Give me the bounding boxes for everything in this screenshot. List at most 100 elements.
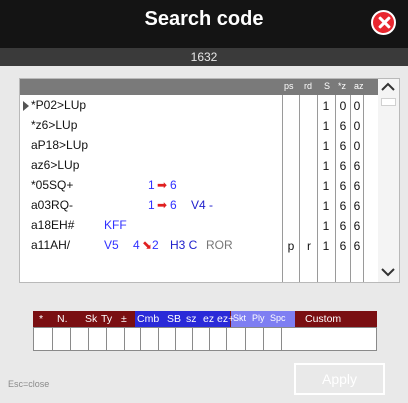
row-code: *05SQ+ — [31, 178, 74, 192]
scroll-down-icon[interactable] — [378, 264, 399, 282]
col-z: *z — [338, 81, 347, 91]
row-cell-az: 0 — [353, 99, 361, 113]
close-icon[interactable] — [371, 10, 396, 35]
table-row[interactable]: *z6>LUp 1 6 0 — [20, 118, 378, 135]
row-cell-az: 6 — [353, 199, 361, 213]
row-annotation: 4 — [133, 238, 140, 252]
row-annotation: 1 — [148, 198, 155, 212]
row-code: a03RQ- — [31, 198, 74, 212]
row-cell-z: 6 — [339, 219, 347, 233]
col-ps: ps — [284, 81, 294, 91]
field-label: sz — [186, 313, 197, 325]
row-cell-z: 0 — [339, 99, 347, 113]
col-rd: rd — [304, 81, 313, 91]
field-input-divider — [140, 328, 141, 350]
row-cell-az: 6 — [353, 219, 361, 233]
field-input-row[interactable] — [33, 327, 377, 351]
col-az: az — [354, 81, 364, 91]
row-code: a11AH/ — [31, 238, 71, 252]
row-annotation: 6 — [170, 198, 177, 212]
field-input-divider — [70, 328, 71, 350]
results-list[interactable]: ps rd S *z az *P02>LUp 1 0 0 *z6>LUp 1 6 0 aP18>… — [19, 78, 400, 283]
row-cell-az: 6 — [353, 179, 361, 193]
row-annotation: KFF — [104, 218, 127, 232]
row-annotation: ⬊ — [142, 238, 153, 252]
scroll-up-icon[interactable] — [378, 79, 399, 97]
field-label: Skt — [233, 313, 247, 323]
field-label: Spc — [270, 313, 286, 323]
row-cell-z: 6 — [339, 139, 347, 153]
field-input-divider — [281, 328, 282, 350]
close-hint: Esc=close — [8, 379, 50, 389]
table-row[interactable]: aP18>LUp 1 6 0 — [20, 138, 378, 155]
row-cell-az: 6 — [353, 239, 361, 253]
field-input-divider — [88, 328, 89, 350]
row-cell-s: 1 — [322, 99, 330, 113]
table-row[interactable]: a11AH/V5 4 ⬊ 2 H3 C ROR p r 1 6 6 — [20, 238, 378, 255]
field-input-divider — [209, 328, 210, 350]
field-label: Cmb — [137, 313, 160, 325]
row-cell-z: 6 — [339, 119, 347, 133]
field-input-divider — [263, 328, 264, 350]
row-annotation: V4 - — [191, 198, 214, 212]
row-cell-s: 1 — [322, 199, 330, 213]
code-count: 1632 — [0, 48, 408, 66]
field-input-divider — [175, 328, 176, 350]
field-label: SB — [167, 313, 182, 325]
row-cell-az: 0 — [353, 139, 361, 153]
row-annotation: 6 — [170, 178, 177, 192]
table-row[interactable]: *05SQ+ 1 ➡ 6 1 6 6 — [20, 178, 378, 195]
field-label: ez+ — [217, 313, 235, 325]
row-cell-s: 1 — [322, 139, 330, 153]
field-label: Ply — [252, 313, 265, 323]
field-label: Sk — [85, 313, 98, 325]
row-annotation: V5 — [104, 238, 119, 252]
field-input-divider — [192, 328, 193, 350]
table-row[interactable]: *P02>LUp 1 0 0 — [20, 98, 378, 115]
row-annotation: 1 — [148, 178, 155, 192]
table-row[interactable]: a03RQ- 1 ➡ 6 V4 -166 — [20, 198, 378, 215]
row-cell-s: 1 — [322, 119, 330, 133]
row-cell-c2: r — [307, 239, 311, 253]
field-label: Custom — [305, 313, 342, 325]
table-row[interactable]: a18EH# KFF 1 6 6 — [20, 218, 378, 235]
table-row[interactable]: az6>LUp 1 6 6 — [20, 158, 378, 175]
field-label: ± — [121, 313, 127, 325]
field-input-divider — [52, 328, 53, 350]
fields-header: * N. Sk Ty ± Cmb SB sz ez ez+ Skt Ply Sp… — [33, 311, 377, 327]
field-label: ez — [203, 313, 215, 325]
results-header: ps rd S *z az — [20, 79, 378, 95]
row-cell-s: 1 — [322, 219, 330, 233]
selected-row-arrow-icon — [23, 101, 29, 111]
row-cell-s: 1 — [322, 239, 330, 253]
dialog-title: Search code — [144, 8, 264, 30]
row-annotation: ➡ — [157, 178, 168, 192]
row-cell-z: 6 — [339, 179, 347, 193]
title-bar: Search code — [0, 0, 408, 48]
field-label: Ty — [101, 313, 113, 325]
row-code: az6>LUp — [31, 158, 80, 172]
field-input-divider — [158, 328, 159, 350]
row-cell-z: 6 — [339, 159, 347, 173]
row-cell-az: 0 — [353, 119, 361, 133]
row-code: a18EH# — [31, 218, 75, 232]
row-annotation: 2 — [152, 238, 159, 252]
row-cell-z: 6 — [339, 199, 347, 213]
field-input-divider — [106, 328, 107, 350]
row-code: aP18>LUp — [31, 138, 89, 152]
row-cell-z: 6 — [339, 239, 347, 253]
field-input-divider — [226, 328, 227, 350]
field-label: N. — [57, 313, 68, 325]
row-annotation: H3 C — [170, 238, 198, 252]
vertical-scrollbar[interactable] — [378, 79, 399, 282]
field-input-divider — [124, 328, 125, 350]
row-cell-c1: p — [287, 239, 295, 253]
apply-button[interactable]: Apply — [294, 363, 385, 395]
field-input-divider — [245, 328, 246, 350]
scroll-thumb[interactable] — [381, 98, 396, 106]
col-s: S — [324, 81, 331, 91]
row-cell-az: 6 — [353, 159, 361, 173]
row-cell-s: 1 — [322, 159, 330, 173]
row-annotation: ➡ — [157, 198, 168, 212]
row-annotation: ROR — [206, 238, 233, 252]
